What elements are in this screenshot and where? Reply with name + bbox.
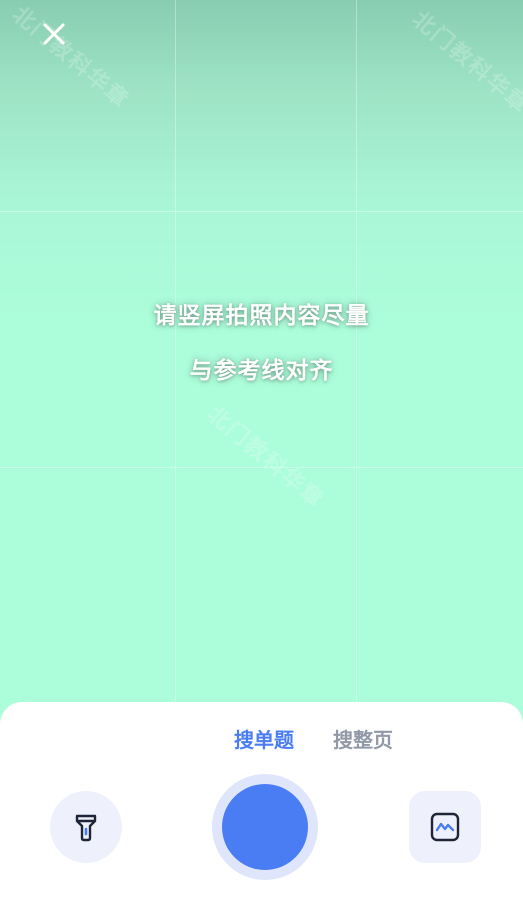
flashlight-icon [75, 814, 97, 842]
shutter-button-core[interactable] [222, 784, 308, 870]
watermark: 北门教科华章 [7, 2, 134, 114]
flashlight-button[interactable] [50, 791, 122, 863]
guide-text-line-1: 请竖屏拍照内容尽量 [153, 303, 370, 329]
watermark: 北门教科华章 [202, 402, 329, 514]
close-icon [43, 23, 65, 45]
grid-line-horizontal-top [0, 211, 523, 212]
bottom-control-panel: 搜单题 搜整页 [0, 702, 523, 912]
tab-whole-page[interactable]: 搜整页 [333, 724, 393, 753]
tab-single-question[interactable]: 搜单题 [234, 724, 294, 753]
album-button[interactable] [409, 791, 481, 863]
close-button[interactable] [38, 18, 70, 50]
guide-text-line-2: 与参考线对齐 [189, 358, 334, 384]
watermark: 北门教科华章 [407, 7, 523, 119]
grid-line-horizontal-bottom [0, 467, 523, 468]
shutter-button[interactable] [212, 774, 318, 880]
camera-screen: 北门教科华章 北门教科华章 北门教科华章 请竖屏拍照内容尽量 与参考线对齐 搜单… [0, 0, 523, 912]
album-icon [430, 812, 460, 842]
